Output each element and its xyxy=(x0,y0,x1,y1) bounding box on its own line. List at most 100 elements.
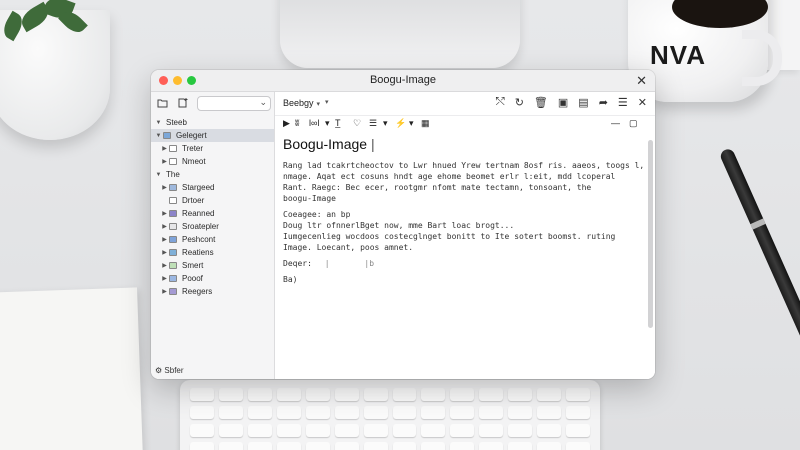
keyboard-key xyxy=(305,424,330,437)
keyboard-key xyxy=(508,388,533,401)
format-tool[interactable]: ▦ xyxy=(421,118,430,129)
new-file-icon[interactable] xyxy=(177,98,188,111)
chevron-right-icon[interactable]: ▶ xyxy=(160,184,169,191)
chevron-down-icon[interactable]: ▼ xyxy=(154,172,163,178)
format-tool[interactable]: ▾ xyxy=(409,118,414,129)
format-tool[interactable]: T̲ xyxy=(335,118,341,128)
pen xyxy=(718,147,800,345)
keyboard-key xyxy=(566,406,590,419)
chevron-down-icon[interactable]: ▼ xyxy=(154,133,163,139)
keyboard-key xyxy=(276,388,301,401)
format-tool[interactable]: l∞l xyxy=(309,118,319,128)
keyboard-key xyxy=(190,406,214,419)
keyboard-key xyxy=(334,388,359,401)
text-line: Image. Loecant, poos amnet. xyxy=(283,243,414,252)
refresh-icon[interactable]: ↻ xyxy=(515,96,524,109)
sidebar-item[interactable]: ▶ Stargeed xyxy=(151,181,274,194)
sidebar-item[interactable]: ▶ Nmeot xyxy=(151,155,274,168)
field-row: Deqer: | |b xyxy=(283,258,647,269)
close-icon[interactable]: ✕ xyxy=(638,96,647,109)
sidebar-item[interactable]: ▶ Reatiens xyxy=(151,246,274,259)
scrollbar[interactable] xyxy=(648,140,653,328)
image-icon xyxy=(169,210,177,217)
sidebar-item-label: Treter xyxy=(182,144,204,153)
keyboard-key xyxy=(421,424,446,437)
image-icon[interactable]: ▣ xyxy=(558,96,568,109)
expand-pane-icon[interactable]: ▢ xyxy=(629,118,638,129)
sidebar-footer[interactable]: ⚙ Sbfer xyxy=(155,366,184,375)
sidebar-item[interactable]: ▼ Steeb xyxy=(151,116,274,129)
toolbar-icons: ⤲ ↻ 🗑 ▣ ▤ ➦ ☰ ✕ xyxy=(496,96,647,109)
app-window: Boogu-Image ✕ ⌄ ▼ Steeb ▼ Gelegert ▶ Treter ▶ N… xyxy=(151,70,655,379)
chevron-right-icon[interactable]: ▶ xyxy=(160,210,169,217)
keyboard-key xyxy=(421,388,446,401)
folder-icon[interactable] xyxy=(157,98,168,111)
keyboard xyxy=(180,380,600,450)
chevron-right-icon[interactable]: ▶ xyxy=(160,262,169,269)
sidebar-item[interactable]: ▶ Smert xyxy=(151,259,274,272)
keyboard-key xyxy=(392,442,417,450)
format-tool[interactable]: ▾ xyxy=(325,118,330,129)
chevron-right-icon[interactable]: ▶ xyxy=(160,288,169,295)
keyboard-key xyxy=(537,442,562,450)
share-icon[interactable]: ⤲ xyxy=(496,96,505,109)
view-dropdown[interactable]: Beebgy ▾ xyxy=(283,98,320,108)
sidebar-item-label: The xyxy=(166,170,180,179)
sidebar-item[interactable]: ▶ Reegers xyxy=(151,285,274,298)
notepad xyxy=(0,287,143,450)
keyboard-key xyxy=(479,424,504,437)
sidebar-search-input[interactable]: ⌄ xyxy=(197,96,271,111)
comment-icon[interactable]: ▤ xyxy=(578,96,588,109)
chevron-down-icon[interactable]: ▼ xyxy=(154,120,163,126)
chevron-right-icon[interactable]: ▶ xyxy=(160,275,169,282)
sidebar-item[interactable]: ▶ Sroatepler xyxy=(151,220,274,233)
keyboard-key xyxy=(566,442,590,450)
sidebar-item-label: Pooof xyxy=(182,274,203,283)
sidebar-item[interactable]: ▶ Peshcont xyxy=(151,233,274,246)
keyboard-key xyxy=(392,388,417,401)
keyboard-key xyxy=(363,406,388,419)
chevron-right-icon[interactable]: ▶ xyxy=(160,145,169,152)
list-icon[interactable]: ☰ xyxy=(618,96,628,109)
chevron-right-icon[interactable]: ▶ xyxy=(160,158,169,165)
main-toolbar: Beebgy ▾ ▾ ⤲ ↻ 🗑 ▣ ▤ ➦ ☰ ✕ xyxy=(275,92,655,116)
keyboard-key xyxy=(218,424,243,437)
sidebar-item[interactable]: ▶ Treter xyxy=(151,142,274,155)
window-close-icon[interactable]: ✕ xyxy=(636,73,647,89)
format-tool[interactable]: ▾ xyxy=(383,118,388,129)
keyboard-key xyxy=(566,388,590,401)
sidebar-item[interactable]: ▶ Pooof xyxy=(151,272,274,285)
chevron-right-icon[interactable]: ▶ xyxy=(160,249,169,256)
minimize-pane-icon[interactable]: — xyxy=(611,118,620,128)
field-input-b[interactable]: |b xyxy=(364,259,374,268)
trash-icon[interactable]: 🗑 xyxy=(534,96,548,109)
document-title[interactable]: Boogu-Image | xyxy=(283,136,647,152)
sidebar-item[interactable]: Drtoer xyxy=(151,194,274,207)
sidebar-item-label: Stargeed xyxy=(182,183,215,192)
format-tool[interactable]: ▶ xyxy=(283,118,290,129)
forward-icon[interactable]: ➦ xyxy=(599,96,608,109)
chevron-down-icon[interactable]: ⌄ xyxy=(259,97,267,108)
keyboard-key xyxy=(392,406,417,419)
chevron-right-icon[interactable]: ▶ xyxy=(160,236,169,243)
document[interactable]: Boogu-Image | Rang lad tcakrtcheoctov to… xyxy=(275,132,655,285)
field-label: Deqer: xyxy=(283,259,312,268)
chevron-right-icon[interactable]: ▶ xyxy=(160,223,169,230)
folder-icon xyxy=(169,236,177,243)
keyboard-key xyxy=(421,442,446,450)
sidebar-item[interactable]: ▼ The xyxy=(151,168,274,181)
sidebar-item-label: Steeb xyxy=(166,118,187,127)
chevron-down-icon: ▾ xyxy=(316,101,321,108)
secondary-dropdown-chevron[interactable]: ▾ xyxy=(325,98,329,106)
sidebar-item[interactable]: ▶ Reanned xyxy=(151,207,274,220)
format-tool[interactable]: ʬ xyxy=(295,118,299,128)
format-tool[interactable]: ⚡ xyxy=(395,118,406,129)
keyboard-key xyxy=(479,388,504,401)
format-tool[interactable]: ♡ xyxy=(353,118,361,129)
field-input-a[interactable]: | xyxy=(325,259,330,268)
format-tool[interactable]: ☰ xyxy=(369,118,377,129)
keyboard-key xyxy=(276,424,301,437)
sidebar-item[interactable]: ▼ Gelegert xyxy=(151,129,274,142)
keyboard-key xyxy=(276,406,301,419)
keyboard-key xyxy=(566,424,590,437)
